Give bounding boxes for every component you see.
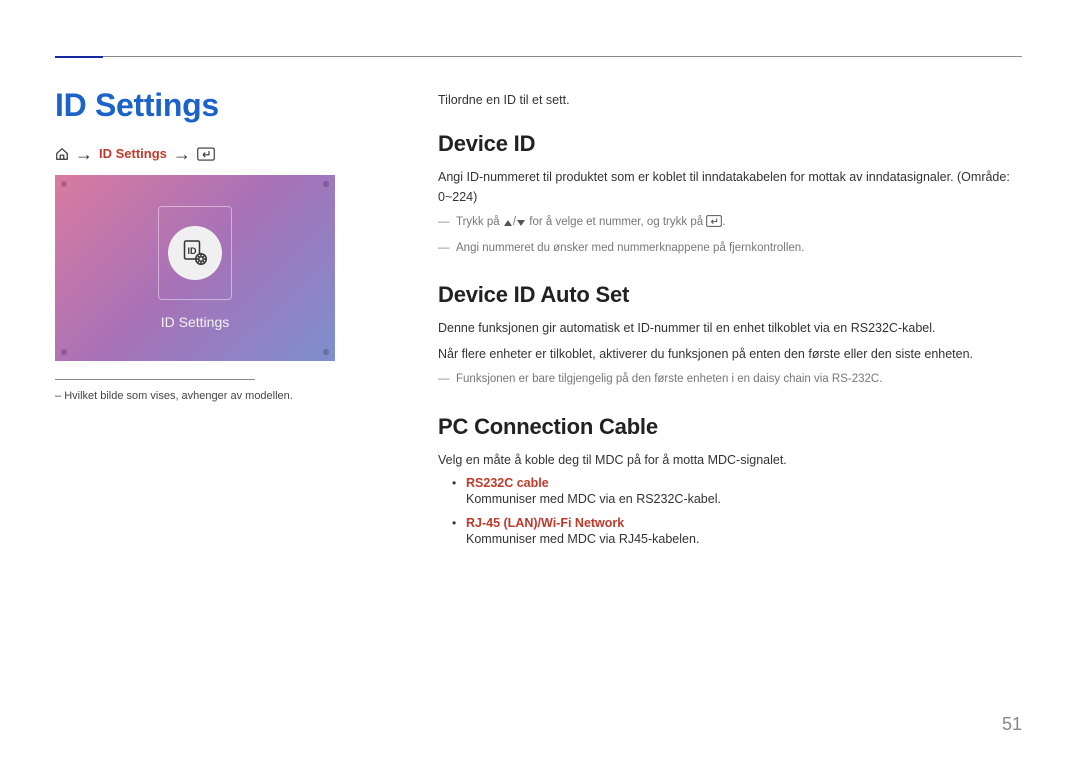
note1-mid: for å velge et nummer, og trykk på <box>529 216 706 228</box>
page-title: ID Settings <box>55 87 390 124</box>
screenshot-caption: ID Settings <box>161 314 229 330</box>
heading-device-id: Device ID <box>438 131 1022 157</box>
rule-accent <box>55 56 103 58</box>
note-text: Trykk på / for å velge et nummer, og try… <box>456 213 726 235</box>
left-column: ID Settings → ID Settings → <box>55 87 390 570</box>
svg-text:ID: ID <box>188 246 198 256</box>
intro-text: Tilordne en ID til et sett. <box>438 93 1022 107</box>
columns: ID Settings → ID Settings → <box>55 87 1022 570</box>
enter-icon <box>197 147 215 161</box>
corner-dot <box>323 349 329 355</box>
screenshot-mock: ID ID Settings <box>55 175 335 361</box>
corner-dot <box>61 181 67 187</box>
cable-desc: Kommuniser med MDC via RJ45-kabelen. <box>466 532 699 546</box>
id-circle: ID <box>168 226 222 280</box>
arrow-down-icon <box>516 215 526 235</box>
breadcrumb: → ID Settings → <box>55 146 390 161</box>
id-panel: ID <box>158 206 232 300</box>
auto-set-body-2: Når flere enheter er tilkoblet, aktivere… <box>438 344 1022 364</box>
right-column: Tilordne en ID til et sett. Device ID An… <box>438 87 1022 570</box>
cable-item-rj45: RJ-45 (LAN)/Wi-Fi Network Kommuniser med… <box>438 516 1022 546</box>
note-text: Funksjonen er bare tilgjengelig på den f… <box>456 370 882 390</box>
section-auto-set: Device ID Auto Set Denne funksjonen gir … <box>438 282 1022 390</box>
top-rule <box>55 55 1022 57</box>
enter-icon <box>706 215 722 235</box>
heading-pc-cable: PC Connection Cable <box>438 414 1022 440</box>
corner-dot <box>61 349 67 355</box>
dash-icon: ― <box>438 213 452 235</box>
section-pc-cable: PC Connection Cable Velg en måte å koble… <box>438 414 1022 546</box>
cable-desc: Kommuniser med MDC via en RS232C-kabel. <box>466 492 721 506</box>
rule-thin <box>103 56 1022 57</box>
separator <box>55 379 255 380</box>
cable-list: RS232C cable Kommuniser med MDC via en R… <box>438 476 1022 546</box>
corner-dot <box>323 181 329 187</box>
footnote-text: Hvilket bilde som vises, avhenger av mod… <box>64 390 293 402</box>
footnote: – Hvilket bilde som vises, avhenger av m… <box>55 390 390 402</box>
page-number: 51 <box>1002 714 1022 735</box>
note1-pre: Trykk på <box>456 216 503 228</box>
breadcrumb-id-settings: ID Settings <box>99 146 167 161</box>
page-content: ID Settings → ID Settings → <box>0 0 1080 570</box>
dash-icon: ― <box>438 370 452 390</box>
arrow-icon: → <box>75 148 93 160</box>
auto-set-body-1: Denne funksjonen gir automatisk et ID-nu… <box>438 318 1022 338</box>
device-id-body: Angi ID-nummeret til produktet som er ko… <box>438 167 1022 207</box>
auto-set-note: ― Funksjonen er bare tilgjengelig på den… <box>438 370 1022 390</box>
home-icon <box>55 147 69 161</box>
arrow-up-icon <box>503 215 513 235</box>
section-device-id: Device ID Angi ID-nummeret til produktet… <box>438 131 1022 258</box>
device-id-note-1: ― Trykk på / for å velge et nummer, og t… <box>438 213 1022 235</box>
arrow-icon: → <box>173 148 191 160</box>
note1-post: . <box>722 216 725 228</box>
cable-item-rs232c: RS232C cable Kommuniser med MDC via en R… <box>438 476 1022 506</box>
note-text: Angi nummeret du ønsker med nummerknappe… <box>456 239 804 259</box>
dash-icon: ― <box>438 239 452 259</box>
cable-name: RS232C cable <box>466 476 1022 490</box>
device-id-note-2: ― Angi nummeret du ønsker med nummerknap… <box>438 239 1022 259</box>
pc-cable-body: Velg en måte å koble deg til MDC på for … <box>438 450 1022 470</box>
heading-auto-set: Device ID Auto Set <box>438 282 1022 308</box>
cable-name: RJ-45 (LAN)/Wi-Fi Network <box>466 516 1022 530</box>
